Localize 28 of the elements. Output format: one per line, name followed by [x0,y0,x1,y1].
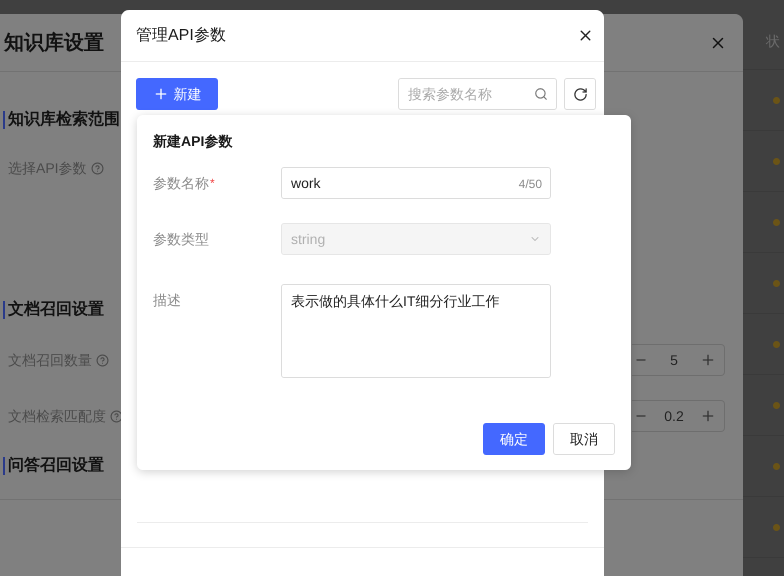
modal-title: 管理API参数 [136,26,226,46]
refresh-icon [572,86,588,102]
confirm-button[interactable]: 确定 [483,423,545,455]
drawer-title: 知识库设置 [4,30,104,56]
stepper-value: 0.2 [664,406,684,426]
help-icon[interactable] [110,410,123,422]
field-label: 参数名称 [153,174,209,192]
character-counter: 4/50 [518,176,542,193]
section-heading: 问答召回设置 [8,456,104,476]
plus-icon[interactable] [700,408,716,424]
cancel-button[interactable]: 取消 [553,423,615,455]
search-icon[interactable] [534,87,548,101]
required-mark: * [210,175,215,192]
plus-icon [152,86,168,102]
search-field[interactable]: 搜索参数名称 [398,78,557,110]
section-heading: 知识库检索范围 [8,109,120,130]
field-label: 描述 [153,291,182,310]
select-value: string [291,230,326,249]
number-stepper[interactable]: 0.2 [632,400,725,432]
new-button[interactable]: 新建 [136,78,218,110]
description-textarea[interactable]: 表示做的具体什么IT细分行业工作 [281,284,551,378]
refresh-button[interactable] [564,78,596,110]
section-heading: 文档召回设置 [8,299,104,320]
popover-title: 新建API参数 [153,132,234,151]
number-stepper[interactable]: 5 [632,344,725,376]
field-label: 参数类型 [153,230,210,248]
stepper-value: 5 [670,350,678,370]
plus-icon[interactable] [700,352,716,368]
